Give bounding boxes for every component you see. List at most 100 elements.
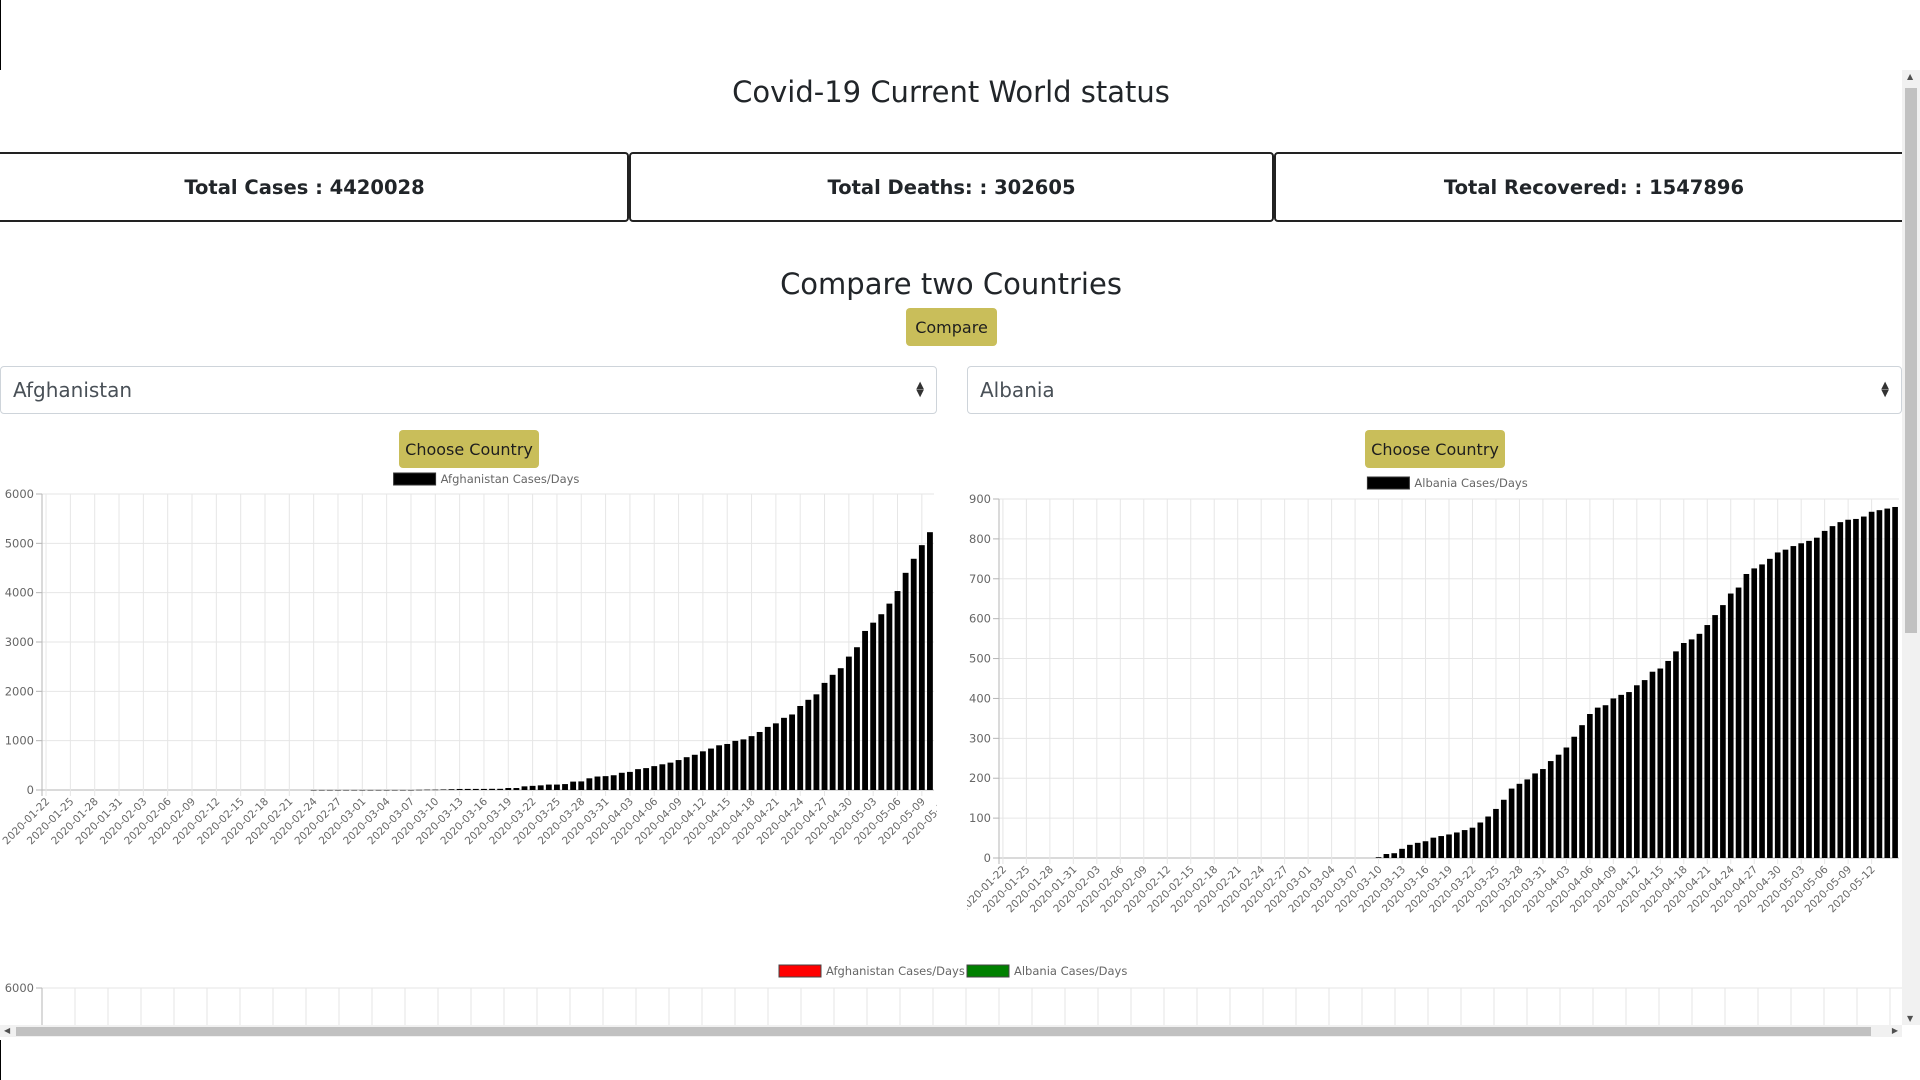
bar	[854, 647, 860, 790]
bar	[1884, 508, 1891, 858]
bar	[1688, 639, 1695, 858]
bar	[440, 789, 447, 790]
bar	[1774, 552, 1781, 858]
y-tick-label: 200	[969, 771, 991, 785]
bar	[667, 762, 674, 790]
bar	[456, 788, 463, 790]
bar	[562, 784, 568, 790]
bar	[862, 630, 868, 790]
bar	[464, 788, 471, 790]
bar	[886, 603, 893, 790]
bar	[1563, 747, 1570, 858]
scroll-left-arrow-icon[interactable]: ◀	[4, 1025, 10, 1037]
bar	[708, 748, 714, 790]
bar	[837, 668, 844, 790]
total-cases-card: Total Cases : 4420028	[0, 152, 629, 222]
bar	[1641, 680, 1648, 858]
vertical-scrollbar[interactable]: ▲ ▼	[1902, 70, 1920, 1025]
bar	[1555, 754, 1562, 858]
bar	[1524, 779, 1531, 858]
bar	[797, 705, 804, 790]
bar	[351, 789, 358, 791]
y-tick-label: 3000	[5, 635, 34, 649]
legend-label: Albania Cases/Days	[1414, 476, 1527, 490]
bar	[910, 558, 917, 790]
bar	[537, 785, 544, 790]
y-tick-label: 300	[969, 731, 991, 745]
bar	[1508, 788, 1515, 858]
compare-button[interactable]: Compare	[906, 308, 997, 346]
left-choose-country-button[interactable]: Choose Country	[399, 430, 539, 468]
bar	[927, 532, 933, 790]
legend-swatch	[1366, 476, 1410, 490]
bar	[375, 789, 382, 791]
window-edge-bottom	[0, 1040, 1, 1080]
legend-label: Afghanistan Cases/Days	[441, 472, 580, 486]
bar	[659, 764, 666, 790]
bar	[367, 789, 374, 791]
bar	[521, 786, 528, 790]
legend-label: Afghanistan Cases/Days	[826, 964, 965, 978]
bar	[894, 591, 901, 790]
bar	[416, 789, 422, 791]
bar	[1610, 698, 1617, 858]
total-deaths-card: Total Deaths: : 302605	[629, 152, 1274, 222]
bar	[1540, 769, 1546, 858]
right-country-value: Albania	[980, 378, 1055, 402]
bar	[699, 751, 706, 790]
bar	[1516, 783, 1523, 858]
bar	[805, 699, 812, 790]
y-tick-label: 1000	[5, 734, 34, 748]
bar	[545, 784, 552, 790]
left-country-select[interactable]: Afghanistan ▲ ▼	[0, 366, 937, 414]
bar	[821, 682, 828, 790]
bar	[1500, 799, 1507, 858]
bar	[813, 694, 820, 790]
bar	[1485, 816, 1491, 858]
scroll-right-arrow-icon[interactable]: ▶	[1892, 1025, 1898, 1037]
y-tick-label: 500	[969, 652, 991, 666]
bar	[505, 788, 512, 790]
bar	[343, 789, 350, 791]
bar	[1673, 651, 1679, 858]
bar	[408, 789, 414, 791]
vertical-scrollbar-thumb[interactable]	[1905, 88, 1917, 633]
bar	[594, 776, 601, 790]
select-arrows-icon: ▲ ▼	[1881, 380, 1889, 399]
bar	[1626, 692, 1632, 858]
y-tick-label: 800	[969, 532, 991, 546]
bar	[578, 781, 585, 790]
horizontal-scrollbar[interactable]: ◀ ▶	[0, 1025, 1902, 1037]
bar	[626, 771, 633, 790]
bar	[764, 726, 771, 790]
bar	[1594, 707, 1601, 858]
bar	[756, 731, 763, 790]
bar	[772, 723, 779, 790]
bar	[781, 717, 787, 790]
bar	[1579, 725, 1585, 858]
bar	[1790, 546, 1797, 858]
total-recovered-label: Total Recovered: : 1547896	[1443, 175, 1745, 199]
scroll-up-arrow-icon[interactable]: ▲	[1907, 72, 1913, 81]
bar	[359, 789, 366, 791]
horizontal-scrollbar-thumb[interactable]	[16, 1027, 1871, 1036]
right-country-select[interactable]: Albania ▲ ▼	[967, 366, 1902, 414]
bar	[1751, 568, 1758, 858]
y-tick-label: 0	[984, 851, 991, 865]
y-tick-label: 900	[969, 492, 991, 506]
scroll-down-arrow-icon[interactable]: ▼	[1907, 1014, 1913, 1023]
bar	[1868, 511, 1875, 858]
bar	[1845, 519, 1851, 858]
bar	[1767, 558, 1773, 858]
bar	[335, 789, 341, 791]
bar	[472, 788, 479, 790]
bar	[326, 789, 333, 791]
y-tick-label: 600	[969, 612, 991, 626]
bar	[902, 572, 909, 790]
bar	[1407, 844, 1413, 858]
bar	[1821, 530, 1828, 858]
bar	[1618, 694, 1624, 858]
right-choose-country-button[interactable]: Choose Country	[1365, 430, 1505, 468]
bar	[1876, 510, 1883, 858]
bar	[618, 772, 625, 790]
